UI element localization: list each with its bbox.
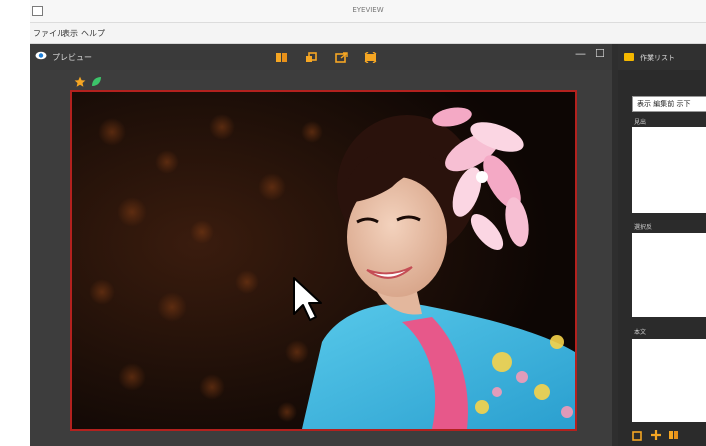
section-box-selection[interactable] [632,233,706,317]
menu-view[interactable]: 表示 [62,28,78,39]
section-box-heading[interactable] [632,127,706,213]
star-icon[interactable] [74,76,86,88]
minimize-button[interactable]: — [575,48,586,59]
section-label-heading: 見出 [634,119,647,126]
preview-title: プレビュー [52,53,92,62]
film-icon[interactable] [364,52,377,63]
export-icon[interactable] [335,52,348,63]
preview-image [70,90,577,431]
mouse-cursor-icon [293,277,322,321]
app-window: EYEVIEW ファイル 表示 ヘルプ プレビュー — ☐ 作業リスト 表示 編… [30,0,706,446]
leaf-icon[interactable] [90,76,102,88]
preview-header: プレビュー — ☐ [30,44,612,70]
folder-icon [624,53,634,61]
book-icon[interactable] [275,52,288,63]
work-list-select-value: 表示 編集前 示下 [637,100,691,108]
eye-icon [35,51,47,60]
section-box-body[interactable] [632,339,706,422]
window-title: EYEVIEW [352,6,384,14]
menu-file[interactable]: ファイル [33,28,65,39]
section-label-body: 本文 [634,329,647,336]
title-bar: EYEVIEW [30,0,706,23]
menu-help[interactable]: ヘルプ [81,28,105,39]
work-list-header: 作業リスト [618,44,706,70]
work-list-title: 作業リスト [640,54,675,62]
add-icon[interactable] [650,429,662,441]
portrait-photo [72,92,575,429]
copy-icon[interactable] [305,52,318,63]
maximize-button[interactable]: ☐ [595,48,605,59]
section-label-selection: 選択反 [634,224,653,231]
list-icon[interactable] [668,429,680,441]
preview-panel: プレビュー — ☐ [30,44,612,446]
work-list-panel: 作業リスト 表示 編集前 示下 見出 選択反 本文 [618,44,706,446]
copy-icon[interactable] [632,429,644,441]
work-list-select[interactable]: 表示 編集前 示下 [632,96,706,112]
menu-bar: ファイル 表示 ヘルプ [30,23,706,44]
